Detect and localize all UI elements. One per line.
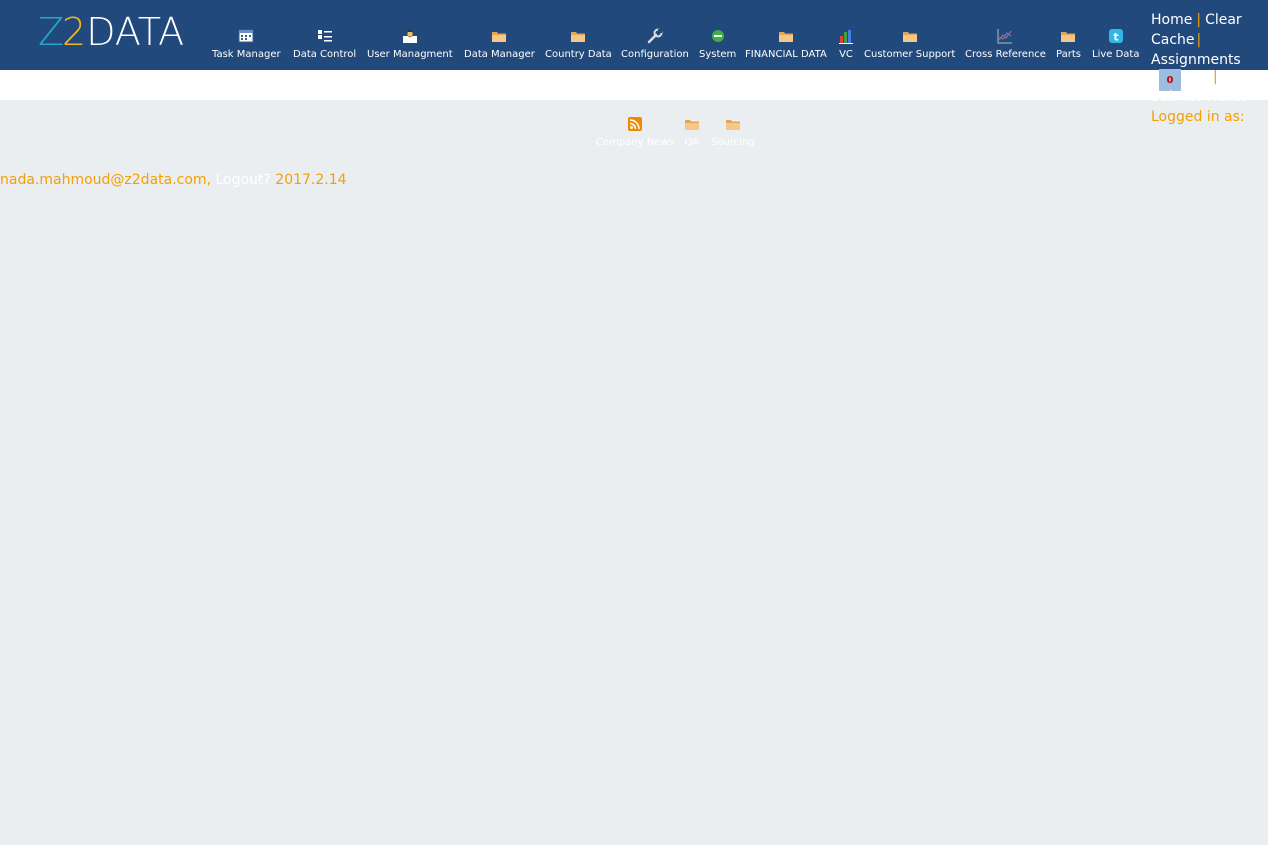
- nav-label: Data Control: [293, 49, 357, 60]
- folder-icon: [778, 28, 794, 44]
- nav-configuration[interactable]: Configuration: [621, 28, 689, 60]
- nav-system[interactable]: System: [699, 28, 736, 60]
- nav-label: Customer Support: [864, 49, 956, 60]
- submit-ticket-link[interactable]: Submit Ticket: [1151, 89, 1247, 105]
- nav-user-managment[interactable]: User Managment: [367, 28, 453, 60]
- bar-chart-icon: [838, 28, 854, 44]
- nav-label: User Managment: [367, 49, 453, 60]
- logout-link[interactable]: Logout?: [215, 172, 270, 188]
- line-chart-icon: [997, 28, 1013, 44]
- assignments-link[interactable]: Assignments: [1151, 52, 1241, 68]
- nav-label: Country Data: [545, 49, 612, 60]
- nav-customer-support[interactable]: Customer Support: [864, 28, 955, 60]
- nav-label: VC: [839, 49, 853, 60]
- clear-cache-link[interactable]: Clear: [1205, 12, 1242, 28]
- folder-icon: [491, 28, 507, 44]
- green-circle-icon: [710, 28, 726, 44]
- checklist-icon: [317, 28, 333, 44]
- separator: |: [1213, 69, 1218, 85]
- subnav-qa[interactable]: QA: [684, 116, 700, 148]
- nav-live-data[interactable]: t Live Data: [1092, 28, 1139, 60]
- twitter-icon: t: [1108, 28, 1124, 44]
- nav-data-manager[interactable]: Data Manager: [464, 28, 535, 60]
- nav-label: Live Data: [1092, 49, 1140, 60]
- nav-label: FINANCIAL DATA: [745, 49, 827, 60]
- nav-label: System: [699, 49, 737, 60]
- nav-parts[interactable]: Parts: [1056, 28, 1081, 60]
- nav-cross-reference[interactable]: Cross Reference: [965, 28, 1046, 60]
- folder-icon: [684, 116, 700, 132]
- calendar-icon: [238, 28, 254, 44]
- nav-label: Parts: [1056, 49, 1081, 60]
- svg-text:t: t: [1113, 31, 1118, 44]
- subnav-label: Company News: [596, 137, 674, 148]
- user-email: nada.mahmoud@z2data.com: [0, 172, 207, 188]
- version-label: 2017.2.14: [275, 172, 347, 188]
- subnav-sourcing[interactable]: Sourcing: [711, 116, 755, 148]
- folder-icon: [570, 28, 586, 44]
- subnav-label: Sourcing: [711, 137, 755, 148]
- nav-vc[interactable]: VC: [838, 28, 854, 60]
- assignments-count-badge[interactable]: 0: [1159, 69, 1181, 91]
- nav-country-data[interactable]: Country Data: [545, 28, 612, 60]
- user-upload-icon: [402, 28, 418, 44]
- nav-task-manager[interactable]: Task Manager: [212, 28, 281, 60]
- folder-icon: [1060, 28, 1076, 44]
- folder-icon: [725, 116, 741, 132]
- wrench-icon: [647, 28, 663, 44]
- z2data-logo[interactable]: Z2DATA: [38, 12, 184, 52]
- nav-financial-data[interactable]: FINANCIAL DATA: [745, 28, 827, 60]
- subnav-label: QA: [684, 137, 700, 148]
- nav-label: Data Manager: [464, 49, 535, 60]
- home-link[interactable]: Home: [1151, 12, 1192, 28]
- user-links: Home | Clear Cache | Assignments: [1151, 12, 1242, 68]
- folder-icon: [902, 28, 918, 44]
- top-header: Z2DATA Task Manager Data Control User Ma…: [0, 0, 1268, 70]
- subheader-bar: [0, 70, 1268, 100]
- clear-cache-link-cont[interactable]: Cache: [1151, 32, 1195, 48]
- nav-label: Task Manager: [212, 49, 281, 60]
- rss-icon: [627, 116, 643, 132]
- logged-in-info: nada.mahmoud@z2data.com, Logout? 2017.2.…: [0, 172, 347, 188]
- subnav-company-news[interactable]: Company News: [596, 116, 674, 148]
- nav-label: Cross Reference: [965, 49, 1046, 60]
- nav-data-control[interactable]: Data Control: [293, 28, 356, 60]
- nav-label: Configuration: [621, 49, 689, 60]
- logged-in-label: Logged in as:: [1151, 109, 1245, 125]
